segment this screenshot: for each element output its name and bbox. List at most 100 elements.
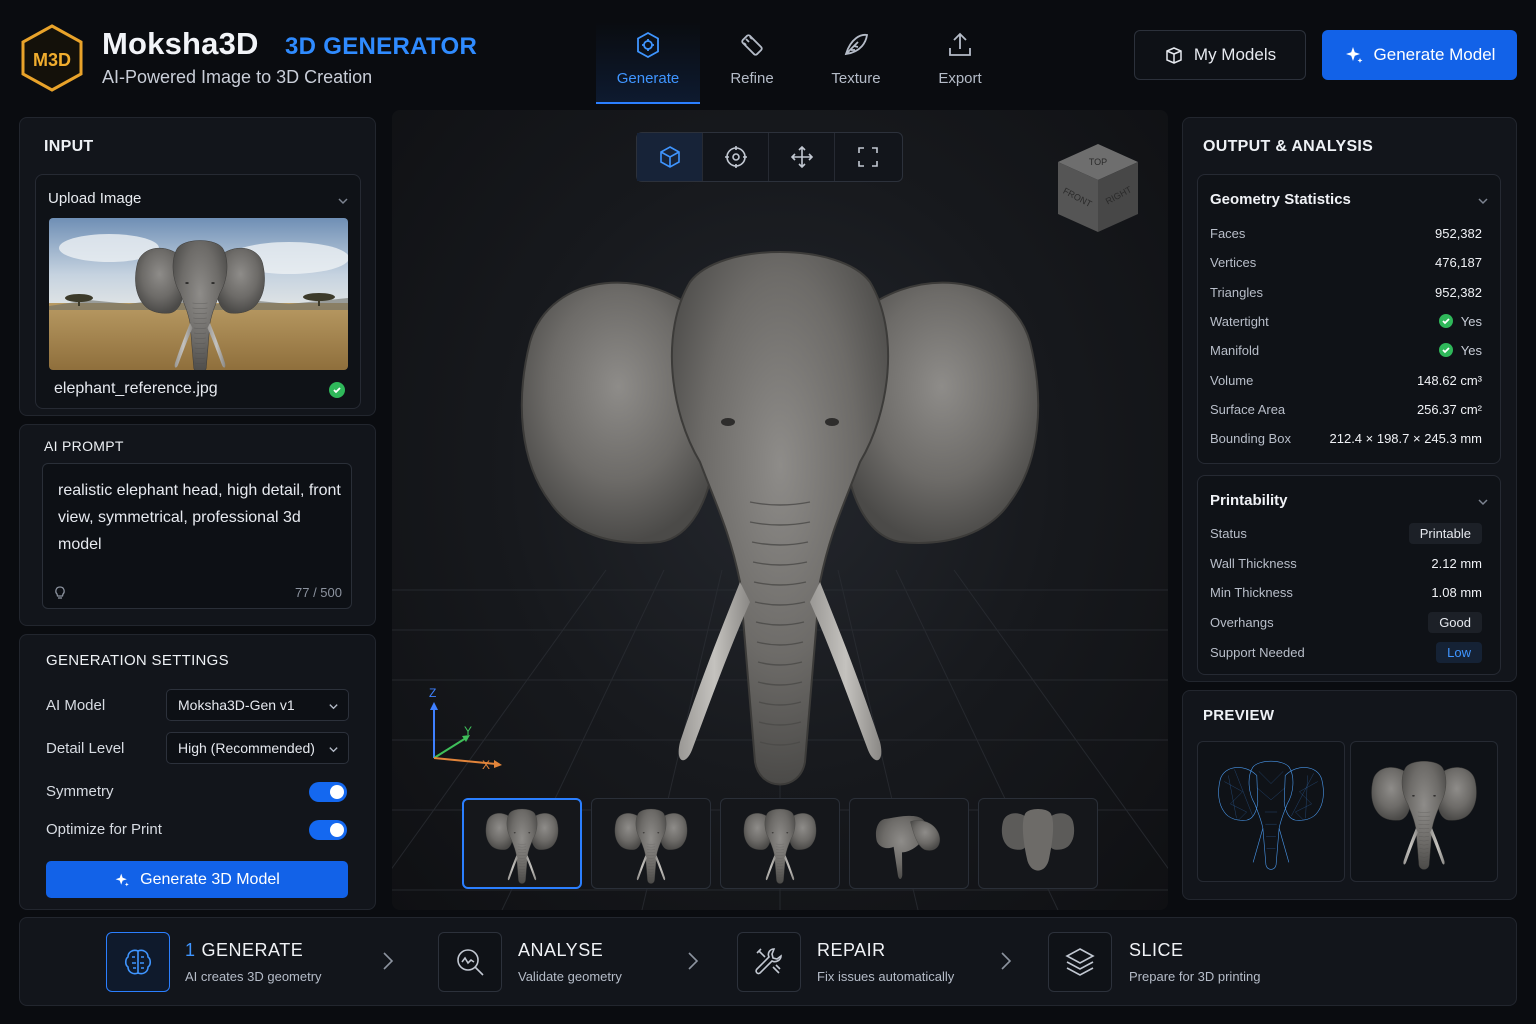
generate-model-button[interactable]: Generate Model — [1322, 30, 1517, 80]
my-models-button[interactable]: My Models — [1134, 30, 1306, 80]
ai-model-label: AI Model — [46, 697, 106, 714]
settings-panel-title: GENERATION SETTINGS — [46, 652, 229, 669]
brand-logo: M3D — [21, 24, 83, 92]
tab-refine-label: Refine — [730, 70, 774, 87]
target-icon — [724, 146, 747, 168]
generate-icon — [637, 31, 659, 59]
stat-row: Vertices 476,187 — [1210, 254, 1482, 270]
brand-subtitle: 3D GENERATOR — [285, 33, 478, 60]
step-repair-title: REPAIR — [817, 940, 886, 960]
upload-card[interactable]: Upload Image elephant_reference.jpg — [35, 174, 361, 409]
step-repair-desc: Fix issues automatically — [817, 969, 955, 984]
thumbnail-angle-right[interactable] — [720, 798, 840, 889]
orbit-button[interactable] — [703, 133, 769, 181]
stat-row: Faces 952,382 — [1210, 225, 1482, 241]
thumbnail-front[interactable] — [462, 798, 582, 889]
step-analyse[interactable] — [438, 932, 502, 992]
tab-texture[interactable]: Texture — [804, 22, 908, 104]
stat-row: Surface Area 256.37 cm² — [1210, 401, 1482, 417]
detail-level-label: Detail Level — [46, 740, 125, 757]
step-slice-title: SLICE — [1129, 940, 1184, 960]
thumbnail-back[interactable] — [978, 798, 1098, 889]
chevron-down-icon — [329, 704, 338, 710]
step-slice[interactable] — [1048, 932, 1112, 992]
chevron-right-icon — [688, 952, 699, 970]
stat-row: Status Printable — [1210, 522, 1482, 544]
thumbnail-side[interactable] — [849, 798, 969, 889]
optimize-label: Optimize for Print — [46, 821, 162, 838]
check-icon — [329, 382, 345, 398]
thumbnail-angle-left[interactable] — [591, 798, 711, 889]
refine-icon — [741, 34, 763, 56]
ai-model-select[interactable]: Moksha3D-Gen v1 — [166, 689, 349, 721]
symmetry-label: Symmetry — [46, 783, 114, 800]
prompt-panel: AI PROMPT realistic elephant head, high … — [19, 424, 376, 626]
3d-viewport[interactable]: TOP FRONT RIGHT Z Y X — [392, 110, 1168, 910]
step-slice-desc: Prepare for 3D printing — [1129, 969, 1261, 984]
layers-icon — [1065, 948, 1095, 976]
chevron-right-icon — [383, 952, 394, 970]
step-repair[interactable] — [737, 932, 801, 992]
output-panel: OUTPUT & ANALYSIS Geometry Statistics Fa… — [1182, 117, 1517, 682]
brain-icon — [124, 949, 152, 975]
tab-generate[interactable]: Generate — [596, 22, 700, 104]
settings-panel: GENERATION SETTINGS AI Model Moksha3D-Ge… — [19, 634, 376, 910]
input-panel: INPUT Upload Image elephant_reference.jp… — [19, 117, 376, 416]
tab-refine[interactable]: Refine — [700, 22, 804, 104]
sparkle-icon — [115, 873, 129, 886]
step-analyse-title: ANALYSE — [518, 940, 604, 960]
pan-button[interactable] — [769, 133, 835, 181]
stat-row: Watertight Yes — [1210, 313, 1482, 329]
viewport-toolbar — [636, 132, 903, 182]
tab-texture-label: Texture — [831, 70, 881, 87]
status-badge: Printable — [1408, 522, 1482, 544]
input-panel-title: INPUT — [44, 138, 94, 155]
prompt-input[interactable]: realistic elephant head, high detail, fr… — [42, 463, 352, 609]
chevron-right-icon — [1001, 952, 1012, 970]
ai-model-value: Moksha3D-Gen v1 — [178, 697, 295, 713]
preview-title: PREVIEW — [1203, 707, 1275, 724]
chevron-down-icon[interactable] — [1477, 496, 1489, 508]
detail-level-value: High (Recommended) — [178, 740, 315, 756]
view-mode-button[interactable] — [637, 133, 703, 181]
tab-export[interactable]: Export — [908, 22, 1012, 104]
tab-export-label: Export — [938, 70, 982, 87]
fullscreen-button[interactable] — [835, 133, 901, 181]
svg-text:TOP: TOP — [1089, 157, 1107, 167]
chevron-down-icon — [329, 747, 338, 753]
toggle-knob — [330, 823, 344, 837]
stat-row: Wall Thickness 2.12 mm — [1210, 555, 1482, 571]
overhangs-badge: Good — [1428, 611, 1482, 633]
stat-row: Overhangs Good — [1210, 611, 1482, 633]
analyse-icon — [457, 949, 484, 976]
solid-preview[interactable] — [1350, 741, 1498, 882]
chevron-down-icon[interactable] — [1477, 195, 1489, 207]
printability-card-title: Printability — [1210, 492, 1288, 509]
prompt-text[interactable]: realistic elephant head, high detail, fr… — [58, 477, 343, 558]
stat-row: Support Needed Low — [1210, 641, 1482, 663]
axis-gizmo: Z Y X — [418, 686, 508, 780]
detail-level-select[interactable]: High (Recommended) — [166, 732, 349, 764]
elephant-model[interactable] — [450, 202, 1110, 802]
axis-y-label: Y — [464, 724, 473, 738]
step-analyse-desc: Validate geometry — [518, 969, 622, 984]
generate-3d-model-label: Generate 3D Model — [140, 870, 280, 888]
optimize-toggle[interactable] — [309, 820, 347, 840]
symmetry-toggle[interactable] — [309, 782, 347, 802]
lightbulb-icon[interactable] — [52, 584, 68, 600]
tagline: AI-Powered Image to 3D Creation — [102, 67, 373, 87]
wireframe-preview[interactable] — [1197, 741, 1345, 882]
stat-row: Triangles 952,382 — [1210, 284, 1482, 300]
stat-row: Volume 148.62 cm³ — [1210, 372, 1482, 388]
chevron-down-icon[interactable] — [337, 195, 349, 207]
generate-3d-model-button[interactable]: Generate 3D Model — [46, 861, 348, 898]
support-badge: Low — [1436, 641, 1482, 663]
char-count: 77 / 500 — [295, 585, 342, 600]
cube-icon — [659, 146, 680, 168]
toggle-knob — [330, 785, 344, 799]
file-name: elephant_reference.jpg — [54, 380, 218, 397]
step-generate-title: 1 GENERATE — [185, 940, 304, 960]
step-generate[interactable] — [106, 932, 170, 992]
geometry-card: Geometry Statistics Faces 952,382 Vertice… — [1197, 174, 1501, 464]
export-icon — [949, 32, 971, 56]
